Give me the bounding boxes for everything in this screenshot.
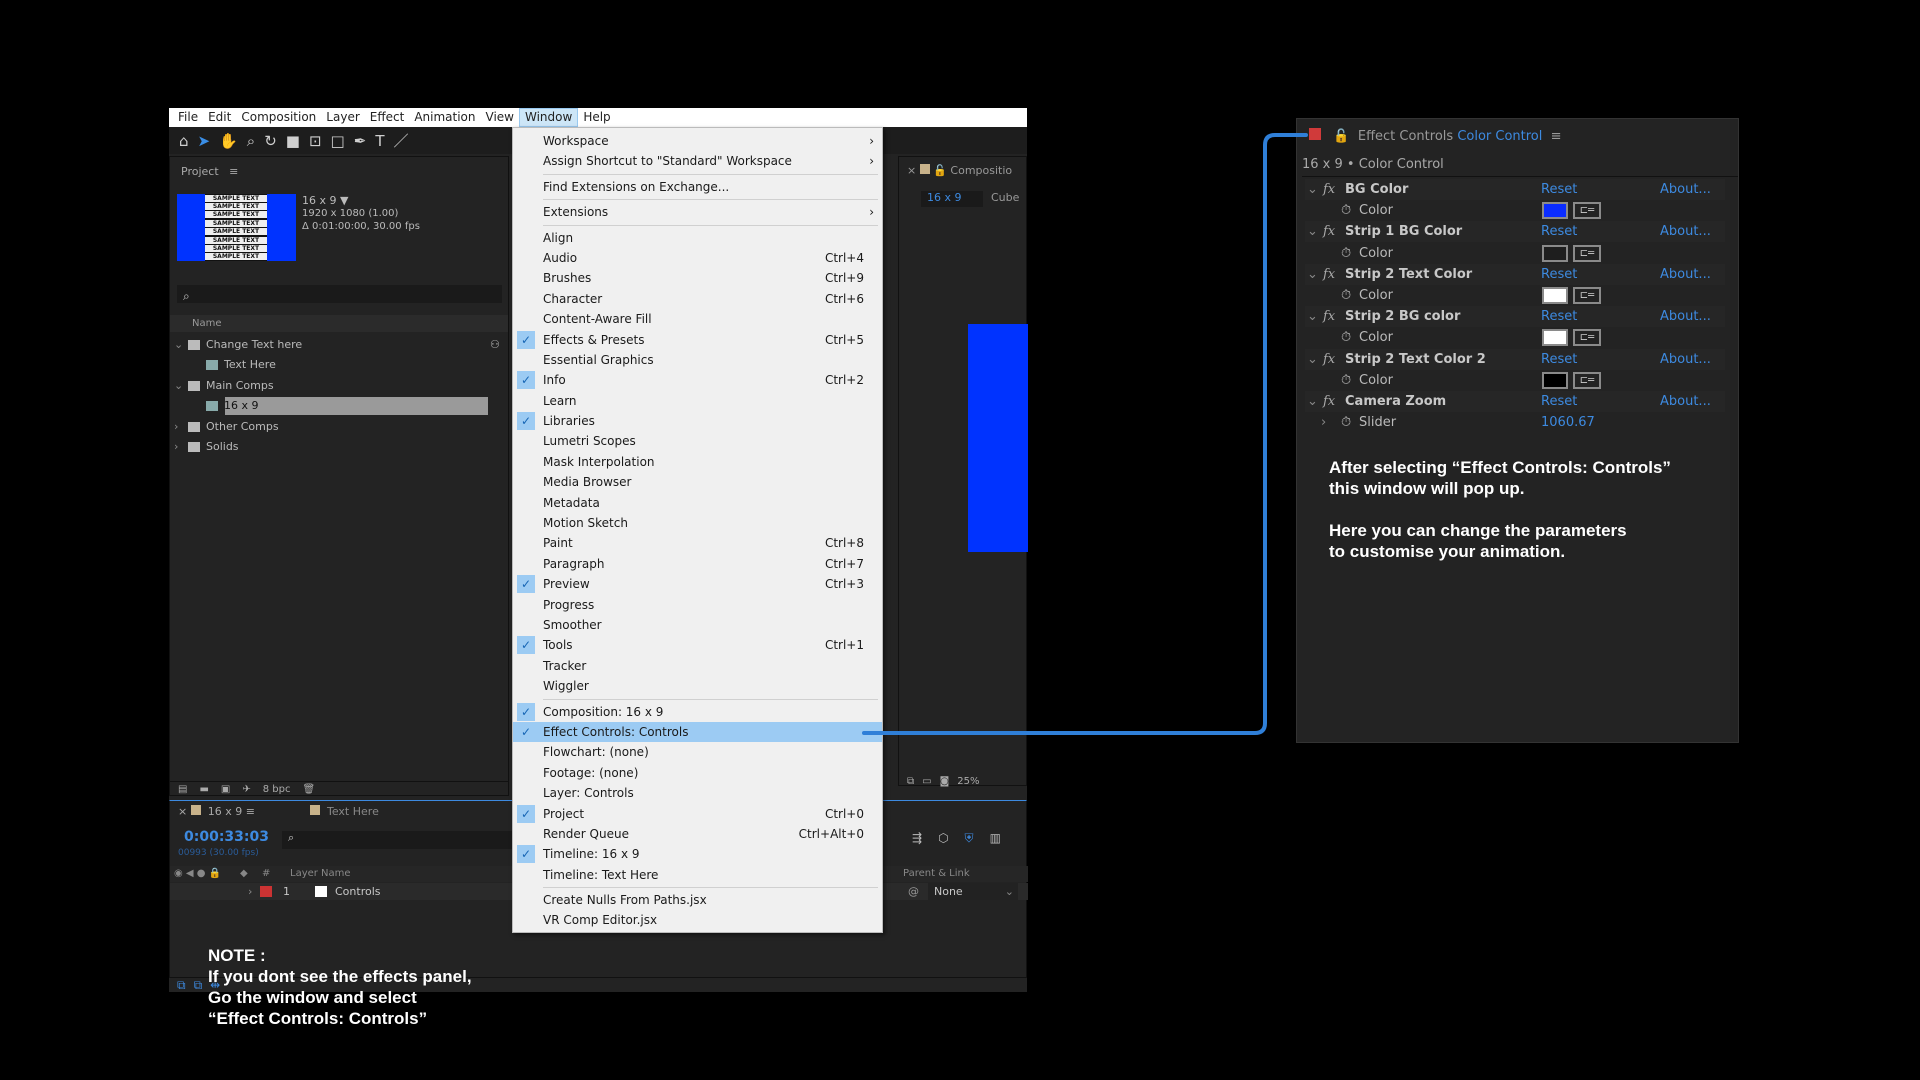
connector-line: [862, 133, 1308, 735]
connector-arrow: [862, 133, 1308, 735]
